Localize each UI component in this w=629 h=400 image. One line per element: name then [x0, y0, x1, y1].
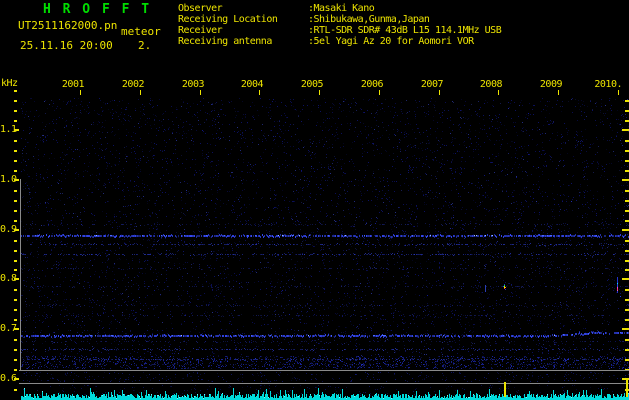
time-tick-mark [618, 90, 619, 95]
spectrogram-baseline [19, 370, 629, 371]
run-label: meteor [121, 25, 161, 38]
freq-minor-tick-right [625, 349, 629, 351]
counter-label: 2. [138, 39, 152, 52]
freq-minor-tick [14, 140, 17, 142]
freq-minor-tick [14, 289, 17, 291]
freq-minor-tick-right [625, 309, 629, 311]
info-label-observer: Observer [178, 3, 223, 14]
time-tick-mark [319, 90, 320, 95]
time-tick-label: 2002 [121, 79, 145, 90]
time-tick-mark [439, 90, 440, 95]
time-tick-mark [259, 90, 260, 95]
time-tick-mark [80, 90, 81, 95]
time-tick-label: 2008 [479, 79, 503, 90]
freq-minor-tick [14, 269, 17, 271]
freq-minor-tick [14, 339, 17, 341]
freq-minor-tick [14, 190, 17, 192]
freq-minor-tick [14, 200, 17, 202]
freq-minor-tick-right [625, 140, 629, 142]
freq-minor-tick [14, 359, 17, 361]
freq-tick-mark [14, 229, 19, 231]
axis-line-left [20, 179, 21, 370]
freq-minor-tick [14, 170, 17, 172]
freq-tick-mark [14, 278, 19, 280]
time-tick-mark [558, 90, 559, 95]
freq-minor-tick [14, 250, 17, 252]
freq-minor-tick-right [625, 260, 629, 262]
time-tick-label: 2007 [420, 79, 444, 90]
freq-tick-mark-right [622, 229, 629, 231]
freq-tick-mark [14, 179, 19, 181]
freq-tick-mark-right [622, 129, 629, 131]
freq-minor-tick-right [625, 210, 629, 212]
freq-minor-tick-right [625, 359, 629, 361]
freq-tick-mark [14, 328, 19, 330]
time-tick-label: 2004 [240, 79, 264, 90]
time-tick-mark [200, 90, 201, 95]
freq-minor-tick [14, 210, 17, 212]
freq-minor-tick [14, 90, 17, 92]
freq-minor-tick [14, 309, 17, 311]
freq-minor-tick-right [625, 339, 629, 341]
freq-minor-tick [14, 389, 17, 391]
time-tick-label: 2005 [300, 79, 324, 90]
datetime-label: 25.11.16 20:00 [20, 39, 113, 52]
freq-tick-mark [14, 129, 19, 131]
info-value-observer: :Masaki Kano [308, 3, 375, 14]
freq-tick-mark-right [622, 328, 629, 330]
freq-minor-tick-right [625, 269, 629, 271]
freq-minor-tick-right [625, 160, 629, 162]
info-label-receiver: Receiver [178, 25, 223, 36]
freq-minor-tick [14, 100, 17, 102]
time-tick-label: 2010. [594, 79, 622, 90]
freq-minor-tick [14, 299, 17, 301]
echo-marker-2 [626, 379, 628, 397]
freq-minor-tick-right [625, 299, 629, 301]
freq-minor-tick [14, 150, 17, 152]
freq-unit-label: kHz [1, 78, 18, 89]
time-tick-mark [498, 90, 499, 95]
freq-minor-tick-right [625, 110, 629, 112]
freq-minor-tick-right [625, 150, 629, 152]
freq-minor-tick [14, 120, 17, 122]
spectrogram-canvas [21, 98, 629, 400]
hrofft-window: H R O F F T UT2511162000.pn meteor 25.11… [0, 0, 629, 400]
freq-tick-mark-right [622, 278, 629, 280]
time-tick-label: 2003 [181, 79, 205, 90]
time-tick-label: 2006 [360, 79, 384, 90]
time-tick-mark [379, 90, 380, 95]
freq-minor-tick [14, 220, 17, 222]
freq-minor-tick-right [625, 319, 629, 321]
freq-minor-tick [14, 160, 17, 162]
echo-marker-1 [504, 382, 506, 397]
freq-minor-tick [14, 369, 17, 371]
info-label-location: Receiving Location [178, 14, 278, 25]
freq-minor-tick-right [625, 170, 629, 172]
freq-minor-tick [14, 319, 17, 321]
hrofft-title: H R O F F T [43, 2, 152, 17]
freq-minor-tick-right [625, 190, 629, 192]
time-tick-label: 2009 [539, 79, 563, 90]
freq-minor-tick-right [625, 200, 629, 202]
filename-label: UT2511162000.pn [18, 19, 118, 32]
freq-minor-tick-right [625, 289, 629, 291]
info-value-antenna: :5el Yagi Az 20 for Aomori VOR [308, 36, 474, 47]
freq-minor-tick-right [625, 120, 629, 122]
info-value-location: :Shibukawa,Gunma,Japan [308, 14, 430, 25]
freq-minor-tick [14, 349, 17, 351]
freq-minor-tick [14, 110, 17, 112]
time-tick-label: 2001 [61, 79, 85, 90]
freq-minor-tick-right [625, 240, 629, 242]
freq-tick-mark [14, 378, 19, 380]
freq-tick-mark-right [622, 179, 629, 181]
freq-minor-tick-right [625, 250, 629, 252]
level-band-baseline [19, 383, 629, 384]
time-tick-mark [140, 90, 141, 95]
info-value-receiver: :RTL-SDR SDR# 43dB L15 114.1MHz USB [308, 25, 502, 36]
freq-minor-tick [14, 260, 17, 262]
freq-minor-tick-right [625, 100, 629, 102]
freq-minor-tick [14, 240, 17, 242]
info-label-antenna: Receiving antenna [178, 36, 272, 47]
freq-minor-tick-right [625, 220, 629, 222]
